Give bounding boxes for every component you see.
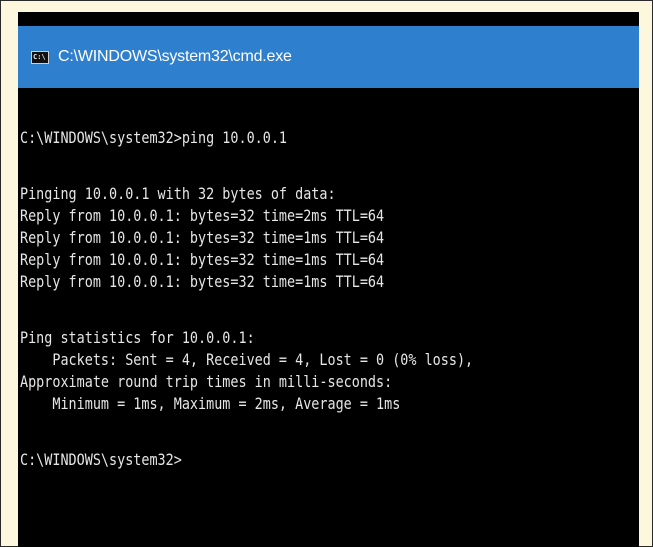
cmd-icon[interactable]: C:\ bbox=[31, 50, 49, 64]
console-line-reply-3: Reply from 10.0.0.1: bytes=32 time=1ms T… bbox=[20, 250, 385, 269]
console-prompt[interactable]: C:\WINDOWS\system32> bbox=[20, 450, 182, 470]
console-line-pinging: Pinging 10.0.0.1 with 32 bytes of data: bbox=[20, 184, 336, 203]
console-line-reply-1: Reply from 10.0.0.1: bytes=32 time=2ms T… bbox=[20, 206, 385, 225]
console-line-command: C:\WINDOWS\system32>ping 10.0.0.1 bbox=[20, 128, 288, 147]
console-line-rtt-header: Approximate round trip times in milli-se… bbox=[20, 372, 393, 391]
console-line-reply-2: Reply from 10.0.0.1: bytes=32 time=1ms T… bbox=[20, 228, 385, 247]
title-bar[interactable]: C:\ C:\WINDOWS\system32\cmd.exe bbox=[18, 26, 639, 88]
console-line-packets: Packets: Sent = 4, Received = 4, Lost = … bbox=[20, 350, 474, 369]
console-line-stats-header: Ping statistics for 10.0.0.1: bbox=[20, 328, 255, 347]
console-line-rtt-values: Minimum = 1ms, Maximum = 2ms, Average = … bbox=[20, 394, 401, 413]
window-top-edge bbox=[18, 12, 639, 26]
cmd-window[interactable]: C:\ C:\WINDOWS\system32\cmd.exe C:\WINDO… bbox=[18, 12, 639, 547]
window-title: C:\WINDOWS\system32\cmd.exe bbox=[58, 48, 292, 65]
console-output[interactable]: C:\WINDOWS\system32>ping 10.0.0.1 Pingin… bbox=[18, 88, 639, 547]
console-line-reply-4: Reply from 10.0.0.1: bytes=32 time=1ms T… bbox=[20, 272, 385, 291]
